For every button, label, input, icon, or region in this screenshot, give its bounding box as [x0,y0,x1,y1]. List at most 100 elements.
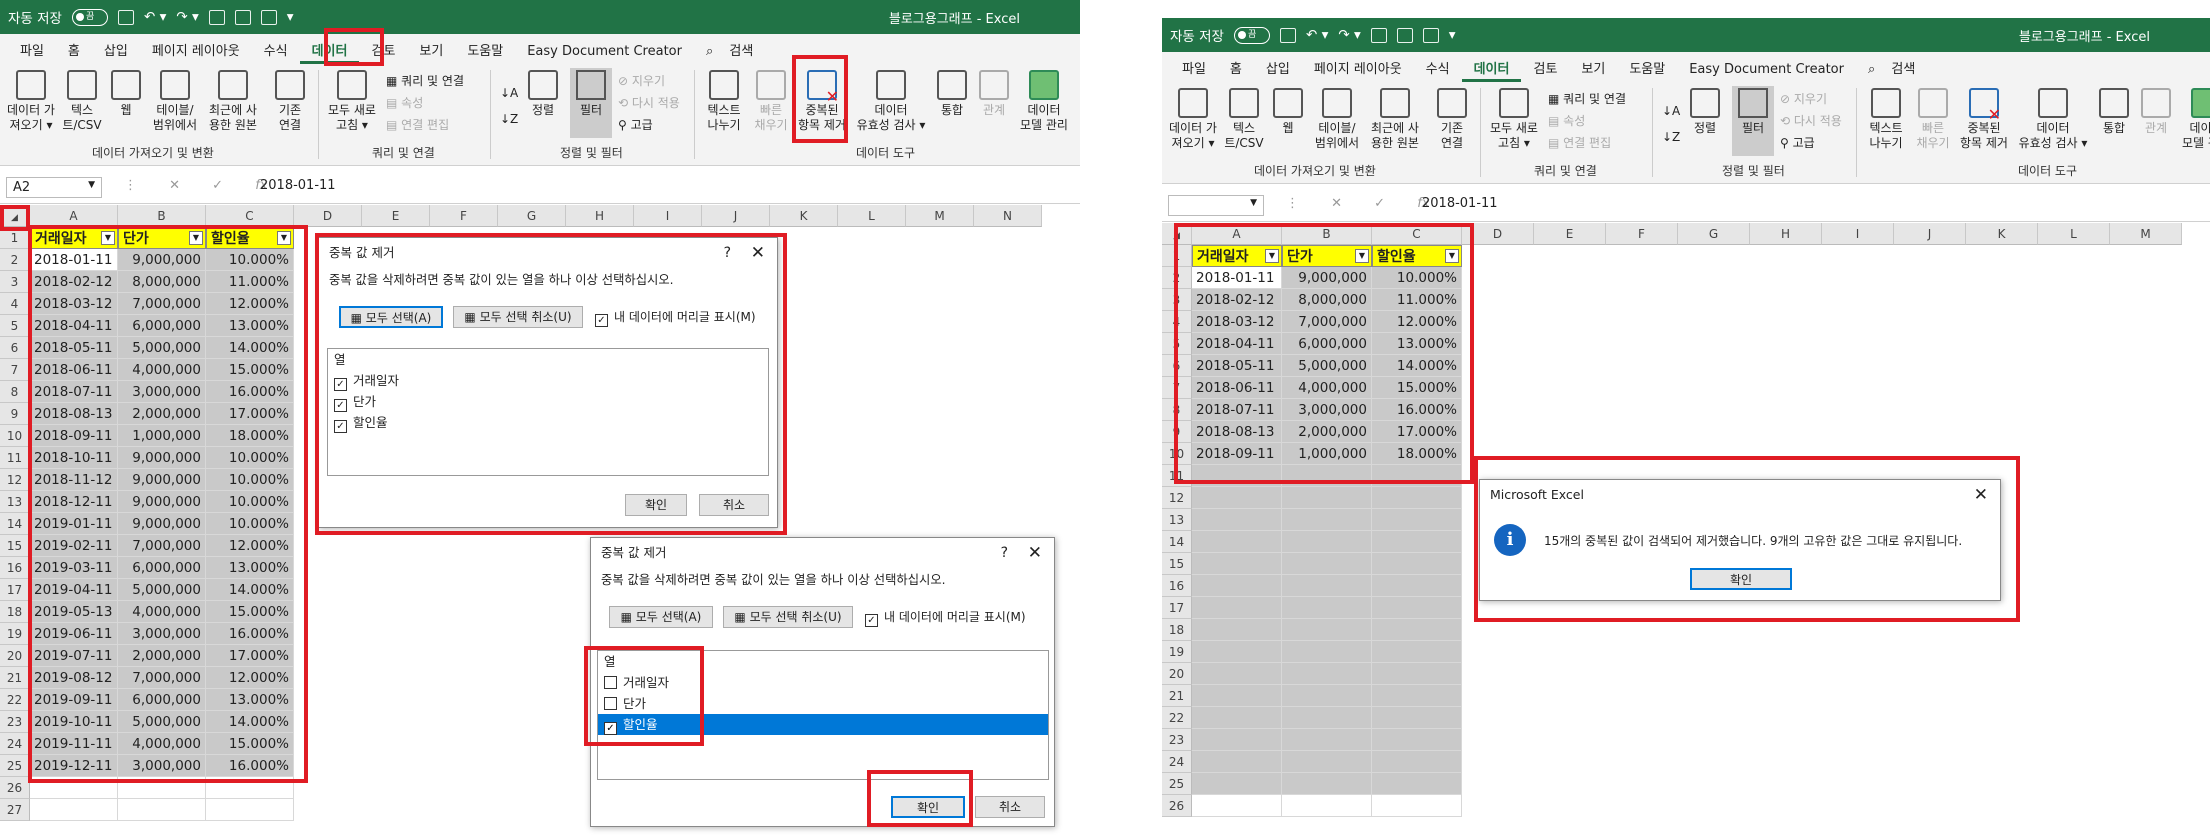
table-cell[interactable]: 2018-10-11 [30,447,118,469]
web-button[interactable]: 웹 [108,70,144,118]
empty-cell[interactable] [1192,795,1282,817]
empty-cell[interactable] [1192,729,1282,751]
consolidate-button[interactable]: 통합 [934,70,970,118]
table-cell[interactable]: 2018-01-11 [1192,267,1282,289]
table-cell[interactable]: 8,000,000 [1282,289,1372,311]
table-cell[interactable]: 2018-05-11 [1192,355,1282,377]
column-header[interactable]: I [1822,223,1894,245]
table-cell[interactable]: 2,000,000 [118,403,206,425]
table-cell[interactable]: 2019-05-13 [30,601,118,623]
row-header[interactable]: 7 [1162,377,1192,399]
empty-cell[interactable] [1192,487,1282,509]
reapply-button[interactable]: ⟲ 다시 적용 [618,94,680,111]
row-header[interactable]: 8 [1162,399,1192,421]
tab-review[interactable]: 검토 [1521,58,1569,82]
row-header[interactable]: 5 [0,315,30,337]
empty-cell[interactable] [30,777,118,799]
check-icon[interactable]: ✓ [334,420,347,433]
unselect-all-button[interactable]: ▦ 모두 선택 취소(U) [723,606,853,628]
table-cell[interactable]: 6,000,000 [118,689,206,711]
table-cell[interactable]: 13.000% [1372,333,1462,355]
tab-data[interactable]: 데이터 [1461,58,1522,82]
row-header[interactable]: 10 [0,425,30,447]
sort-desc-icon[interactable]: ↓Z [1662,130,1680,144]
search-tab[interactable]: ⌕ 검색 [694,40,777,64]
empty-cell[interactable] [1372,729,1462,751]
remove-duplicates-button[interactable]: ✕ 중복된 항목 제거 [1958,88,2010,151]
empty-cell[interactable] [1282,751,1372,773]
row-header[interactable]: 25 [0,755,30,777]
table-cell[interactable]: 2018-05-11 [30,337,118,359]
table-cell[interactable]: 9,000,000 [118,249,206,271]
row-header[interactable]: 16 [0,557,30,579]
table-cell[interactable]: 2019-09-11 [30,689,118,711]
sort-asc-icon[interactable]: ↓A [500,86,518,100]
table-cell[interactable]: 14.000% [206,579,294,601]
row-header[interactable]: 23 [0,711,30,733]
table-cell[interactable]: 18.000% [206,425,294,447]
tab-help[interactable]: 도움말 [455,40,515,64]
column-header[interactable]: I [634,205,702,227]
open-file-icon[interactable] [1396,27,1413,43]
row-header[interactable]: 21 [1162,685,1192,707]
data-validation-button[interactable]: 데이터 유효성 검사 ▾ [2018,88,2088,151]
check-icon[interactable]: ✓ [604,722,617,735]
column-item-price[interactable]: ✓ 단가 [328,391,768,412]
ok-button[interactable]: 확인 [891,796,965,818]
table-cell[interactable]: 2018-07-11 [30,381,118,403]
table-cell[interactable]: 5,000,000 [1282,355,1372,377]
filter-dropdown-icon[interactable]: ▼ [101,231,115,245]
empty-cell[interactable] [1192,707,1282,729]
empty-cell[interactable] [1192,685,1282,707]
table-cell[interactable]: 13.000% [206,557,294,579]
table-cell[interactable]: 10.000% [206,447,294,469]
empty-cell[interactable] [1372,553,1462,575]
properties-button[interactable]: ▤ 속성 [386,94,423,111]
tab-insert[interactable]: 삽입 [92,40,140,64]
table-cell[interactable]: 6,000,000 [118,315,206,337]
column-header[interactable]: F [430,205,498,227]
table-cell[interactable]: 2018-03-12 [30,293,118,315]
row-header[interactable]: 11 [0,447,30,469]
column-item-date[interactable]: 거래일자 [598,672,1048,693]
table-cell[interactable]: 2018-08-13 [1192,421,1282,443]
clear-filter-button[interactable]: ⊘ 지우기 [1780,90,1827,107]
cancel-button[interactable]: 취소 [699,494,769,516]
column-header[interactable]: J [702,205,770,227]
column-header[interactable]: J [1894,223,1966,245]
table-cell[interactable]: 15.000% [206,601,294,623]
tab-file[interactable]: 파일 [1170,58,1218,82]
empty-cell[interactable] [1282,685,1372,707]
empty-cell[interactable] [1192,619,1282,641]
table-cell[interactable]: 9,000,000 [118,469,206,491]
empty-cell[interactable] [1282,597,1372,619]
empty-cell[interactable] [1192,597,1282,619]
customize-qat-icon[interactable]: ▾ [1449,27,1456,43]
table-cell[interactable]: 2018-09-11 [30,425,118,447]
search-tab[interactable]: ⌕ 검색 [1856,58,1939,82]
empty-cell[interactable] [1372,795,1462,817]
existing-connections-button[interactable]: 기존 연결 [270,70,310,133]
row-header[interactable]: 3 [1162,289,1192,311]
column-header[interactable]: M [2110,223,2182,245]
formula-input[interactable]: 2018-01-11 [260,178,336,193]
help-icon[interactable]: ? [724,238,731,268]
has-headers-checkbox[interactable]: ✓ 내 데이터에 머리글 표시(M) [595,308,756,327]
table-header-cell[interactable]: 거래일자 ▼ [30,227,118,249]
clear-filter-button[interactable]: ⊘ 지우기 [618,72,665,89]
table-cell[interactable]: 11.000% [206,271,294,293]
row-header[interactable]: 25 [1162,773,1192,795]
table-cell[interactable]: 13.000% [206,689,294,711]
table-cell[interactable]: 12.000% [206,535,294,557]
column-header[interactable]: H [1750,223,1822,245]
empty-cell[interactable] [1372,641,1462,663]
check-icon[interactable]: ✓ [334,399,347,412]
row-header[interactable]: 20 [1162,663,1192,685]
table-cell[interactable]: 2019-10-11 [30,711,118,733]
row-header[interactable]: 5 [1162,333,1192,355]
empty-cell[interactable] [1282,509,1372,531]
filter-button[interactable]: 필터 [570,68,612,138]
table-cell[interactable]: 2019-02-11 [30,535,118,557]
edit-links-button[interactable]: ▤ 연결 편집 [386,116,449,133]
column-header[interactable]: C [1372,223,1462,245]
